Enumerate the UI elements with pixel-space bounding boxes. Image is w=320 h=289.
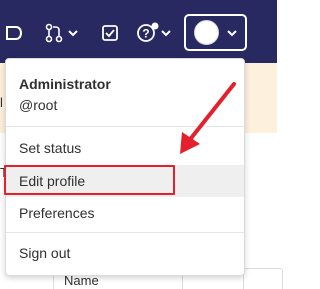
user-menu-button[interactable] <box>184 14 247 51</box>
divider <box>6 232 244 233</box>
merge-request-icon[interactable] <box>45 18 81 48</box>
issues-icon[interactable] <box>101 18 119 48</box>
background-text-fragment: l <box>0 95 3 110</box>
sort-direction-button[interactable] <box>243 268 283 289</box>
help-icon[interactable]: ? <box>136 18 176 48</box>
avatar <box>194 20 219 45</box>
preferences-item[interactable]: Preferences <box>6 197 244 229</box>
sign-out-item[interactable]: Sign out <box>6 237 244 269</box>
annotation-arrow-icon <box>180 82 236 154</box>
chevron-down-icon <box>227 29 237 36</box>
top-navbar: ? <box>0 0 277 63</box>
todo-icon[interactable] <box>0 18 30 48</box>
highlight-box <box>4 165 175 195</box>
user-name: Administrator <box>19 76 111 92</box>
user-handle: @root <box>19 97 58 113</box>
svg-text:?: ? <box>142 27 149 41</box>
